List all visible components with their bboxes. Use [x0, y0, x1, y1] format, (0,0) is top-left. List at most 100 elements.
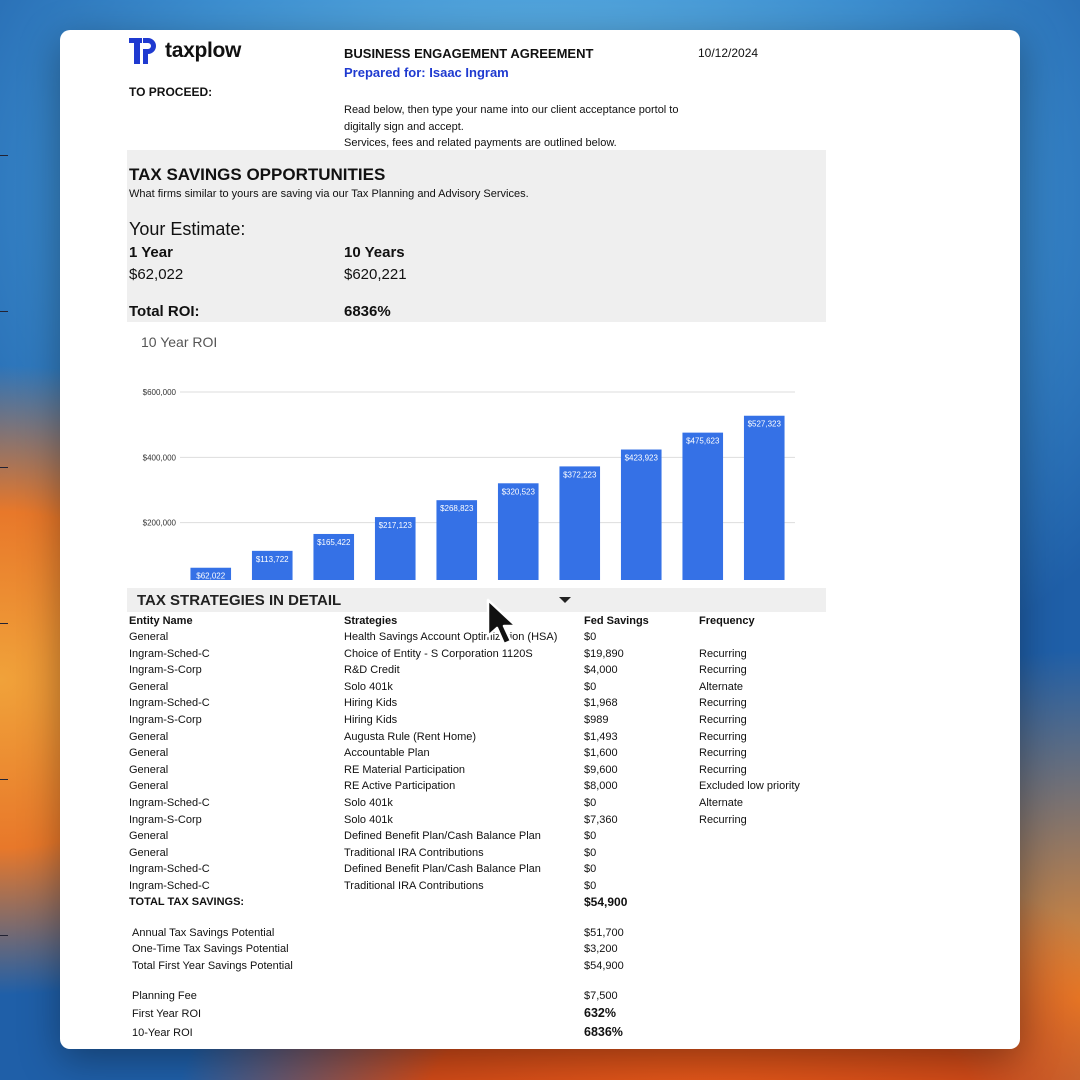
edge-tick: [0, 935, 8, 936]
intro-line: digitally sign and accept.: [344, 120, 464, 133]
bar: [497, 483, 539, 580]
cell-strategy: Traditional IRA Contributions: [344, 880, 484, 892]
brand-name: taxplow: [165, 39, 242, 62]
column-header-strategies: Strategies: [344, 615, 398, 627]
first-year-roi-label: First Year ROI: [132, 1008, 202, 1020]
cell-entity: Ingram-S-Corp: [129, 664, 202, 677]
bar: [620, 449, 662, 580]
first-year-savings-label: Total First Year Savings Potential: [132, 960, 293, 972]
cell-entity: Ingram-Sched-C: [129, 797, 210, 809]
cell-frequency: Alternate: [699, 680, 744, 693]
cell-strategy: RE Material Participation: [344, 763, 466, 776]
ten-year-roi-label: 10-Year ROI: [132, 1027, 193, 1039]
cell-fed-savings: $19,890: [584, 647, 624, 660]
cell-frequency: Recurring: [699, 714, 747, 726]
cell-entity: General: [129, 780, 169, 793]
total-roi-value: 6836%: [344, 303, 391, 320]
column-header-frequency: Frequency: [699, 615, 755, 627]
annual-savings-label: Annual Tax Savings Potential: [132, 927, 275, 939]
cell-fed-savings: $0: [584, 830, 597, 843]
cell-fed-savings: $1,600: [584, 747, 618, 760]
savings-panel-subtitle: What firms similar to yours are saving v…: [129, 188, 529, 200]
edge-tick: [0, 623, 8, 624]
cell-entity: General: [129, 830, 169, 843]
cell-strategy: RE Active Participation: [344, 780, 456, 793]
cell-fed-savings: $0: [584, 631, 597, 643]
onetime-savings-label: One-Time Tax Savings Potential: [132, 943, 289, 955]
cell-entity: General: [129, 846, 169, 859]
bar-value-label: $165,422: [317, 538, 351, 547]
annual-savings-value: $51,700: [584, 927, 624, 939]
one-year-label: 1 Year: [129, 244, 173, 261]
y-tick-label: $600,000: [143, 388, 177, 397]
cell-frequency: Recurring: [699, 813, 747, 826]
cell-strategy: Hiring Kids: [344, 697, 398, 710]
ten-year-roi-value: 6836%: [584, 1025, 623, 1039]
cell-entity: General: [129, 747, 169, 760]
cell-fed-savings: $4,000: [584, 664, 618, 677]
bar-value-label: $113,722: [256, 555, 289, 564]
cell-frequency: Recurring: [699, 747, 747, 760]
dropdown-caret-icon[interactable]: [559, 597, 571, 603]
bar-value-label: $372,223: [563, 470, 597, 479]
cell-strategy: R&D Credit: [344, 664, 400, 677]
planning-fee-label: Planning Fee: [132, 990, 197, 1002]
cell-strategy: Defined Benefit Plan/Cash Balance Plan: [344, 830, 541, 843]
column-header-fed-savings: Fed Savings: [584, 615, 649, 627]
first-year-roi-value: 632%: [584, 1006, 616, 1020]
cell-strategy: Defined Benefit Plan/Cash Balance Plan: [344, 863, 541, 876]
total-roi-label: Total ROI:: [129, 303, 200, 320]
bar-value-label: $423,923: [625, 454, 659, 463]
cell-strategy: Solo 401k: [344, 680, 393, 693]
edge-tick: [0, 467, 8, 468]
bar-value-label: $320,523: [502, 487, 536, 496]
cell-strategy: Augusta Rule (Rent Home): [344, 730, 477, 743]
cell-frequency: Recurring: [699, 730, 747, 743]
cell-entity: Ingram-Sched-C: [129, 863, 210, 876]
bar: [559, 466, 601, 580]
savings-panel-title: TAX SAVINGS OPPORTUNITIES: [129, 165, 386, 184]
first-year-savings-value: $54,900: [584, 960, 624, 972]
cell-fed-savings: $0: [584, 846, 597, 859]
ten-year-value: $620,221: [344, 266, 407, 283]
bar-value-label: $475,623: [686, 437, 720, 446]
cell-entity: General: [129, 730, 169, 743]
cell-strategy: Solo 401k: [344, 797, 393, 809]
cell-fed-savings: $0: [584, 880, 597, 892]
cell-fed-savings: $989: [584, 714, 609, 726]
total-savings-label: TOTAL TAX SAVINGS:: [129, 896, 245, 908]
intro-line: Read below, then type your name into our…: [344, 104, 679, 116]
cell-fed-savings: $9,600: [584, 763, 618, 776]
cell-strategy: Solo 401k: [344, 813, 393, 826]
cell-fed-savings: $7,360: [584, 813, 618, 826]
y-tick-label: $200,000: [143, 519, 177, 528]
document-title: BUSINESS ENGAGEMENT AGREEMENT: [344, 46, 594, 61]
ten-year-label: 10 Years: [344, 244, 405, 261]
taxplow-logo-icon: [129, 38, 157, 64]
cell-strategy: Health Savings Account Optimization (HSA…: [344, 631, 558, 643]
bar-value-label: $527,323: [748, 420, 782, 429]
cell-strategy: Traditional IRA Contributions: [344, 846, 484, 859]
cell-fed-savings: $1,493: [584, 730, 618, 743]
strategies-section-title: TAX STRATEGIES IN DETAIL: [137, 592, 342, 609]
document-date: 10/12/2024: [698, 46, 759, 60]
cell-strategy: Accountable Plan: [344, 747, 430, 760]
onetime-savings-value: $3,200: [584, 943, 618, 955]
column-header-entity: Entity Name: [129, 615, 193, 627]
cell-entity: Ingram-Sched-C: [129, 880, 210, 892]
cell-entity: Ingram-Sched-C: [129, 697, 210, 710]
intro-text: Read below, then type your name into our…: [344, 102, 679, 152]
edge-tick: [0, 311, 8, 312]
cell-entity: General: [129, 763, 169, 776]
estimate-label: Your Estimate:: [129, 219, 246, 239]
edge-tick: [0, 779, 8, 780]
cell-fed-savings: $0: [584, 863, 597, 876]
cell-entity: General: [129, 631, 169, 643]
edge-tick: [0, 155, 8, 156]
y-tick-label: $400,000: [143, 453, 177, 462]
cell-entity: General: [129, 680, 169, 693]
cell-fed-savings: $0: [584, 797, 597, 809]
cell-fed-savings: $1,968: [584, 697, 618, 710]
cell-strategy: Hiring Kids: [344, 714, 398, 726]
cell-frequency: Recurring: [699, 647, 747, 660]
